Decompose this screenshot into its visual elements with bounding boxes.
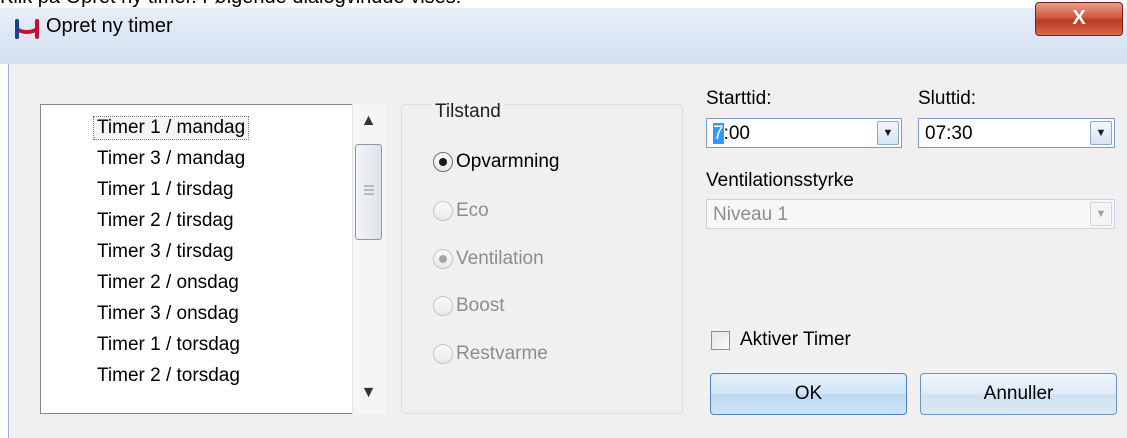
end-time-combobox[interactable]: 07:30 ▼ bbox=[918, 118, 1115, 148]
ventilation-strength-value: Niveau 1 bbox=[713, 204, 788, 225]
activate-timer-checkbox[interactable] bbox=[711, 331, 730, 350]
start-time-rest: :00 bbox=[723, 123, 750, 144]
radio-label-restvarme: Restvarme bbox=[456, 343, 548, 364]
radio-label-boost: Boost bbox=[456, 295, 505, 316]
scroll-down-arrow-icon[interactable]: ▼ bbox=[352, 384, 385, 408]
window-title: Opret ny timer bbox=[46, 15, 173, 37]
activate-timer-label: Aktiver Timer bbox=[740, 329, 851, 350]
end-time-value[interactable]: 07:30 bbox=[925, 123, 973, 145]
radio-dot-icon bbox=[439, 255, 447, 263]
list-item[interactable]: Timer 1 / mandag bbox=[92, 116, 250, 140]
close-button[interactable]: X bbox=[1035, 2, 1123, 36]
end-time-label: Sluttid: bbox=[918, 88, 977, 109]
scroll-up-arrow-icon[interactable]: ▲ bbox=[352, 112, 385, 136]
radio-restvarme[interactable] bbox=[433, 344, 453, 364]
radio-label-opvarmning: Opvarmning bbox=[456, 151, 560, 172]
radio-label-ventilation: Ventilation bbox=[456, 248, 544, 269]
state-legend: Tilstand bbox=[432, 101, 504, 123]
list-item[interactable]: Timer 2 / tirsdag bbox=[97, 210, 234, 232]
radio-label-eco: Eco bbox=[456, 200, 489, 221]
ventilation-strength-label: Ventilationsstyrke bbox=[706, 170, 854, 191]
cancel-button[interactable]: Annuller bbox=[920, 373, 1117, 415]
radio-boost[interactable] bbox=[433, 296, 453, 316]
ok-button[interactable]: OK bbox=[710, 373, 907, 415]
chevron-down-icon[interactable]: ▼ bbox=[877, 121, 899, 145]
list-item[interactable]: Timer 3 / mandag bbox=[97, 148, 245, 170]
list-item[interactable]: Timer 3 / onsdag bbox=[97, 303, 239, 325]
list-item[interactable]: Timer 3 / tirsdag bbox=[97, 241, 234, 263]
radio-opvarmning[interactable] bbox=[433, 152, 453, 172]
list-item[interactable]: Timer 2 / onsdag bbox=[97, 272, 239, 294]
app-logo-icon bbox=[15, 19, 39, 39]
start-time-selected-digit: 7 bbox=[713, 123, 724, 144]
radio-eco[interactable] bbox=[433, 201, 453, 221]
start-time-label: Starttid: bbox=[706, 88, 772, 109]
ventilation-strength-combobox[interactable]: Niveau 1 ▼ bbox=[706, 199, 1115, 229]
list-item[interactable]: Timer 2 / torsdag bbox=[97, 365, 240, 387]
chevron-down-icon[interactable]: ▼ bbox=[1090, 121, 1112, 145]
timer-list[interactable]: Timer 1 / mandag Timer 3 / mandag Timer … bbox=[40, 104, 386, 414]
start-time-combobox[interactable]: 7:00 ▼ bbox=[706, 118, 902, 148]
radio-dot-icon bbox=[439, 158, 447, 166]
grip-icon bbox=[364, 185, 374, 195]
start-time-value[interactable]: 7:00 bbox=[713, 123, 750, 145]
list-item[interactable]: Timer 1 / tirsdag bbox=[97, 179, 234, 201]
radio-ventilation[interactable] bbox=[433, 249, 453, 269]
chevron-down-icon[interactable]: ▼ bbox=[1090, 202, 1112, 226]
list-item[interactable]: Timer 1 / torsdag bbox=[97, 334, 240, 356]
